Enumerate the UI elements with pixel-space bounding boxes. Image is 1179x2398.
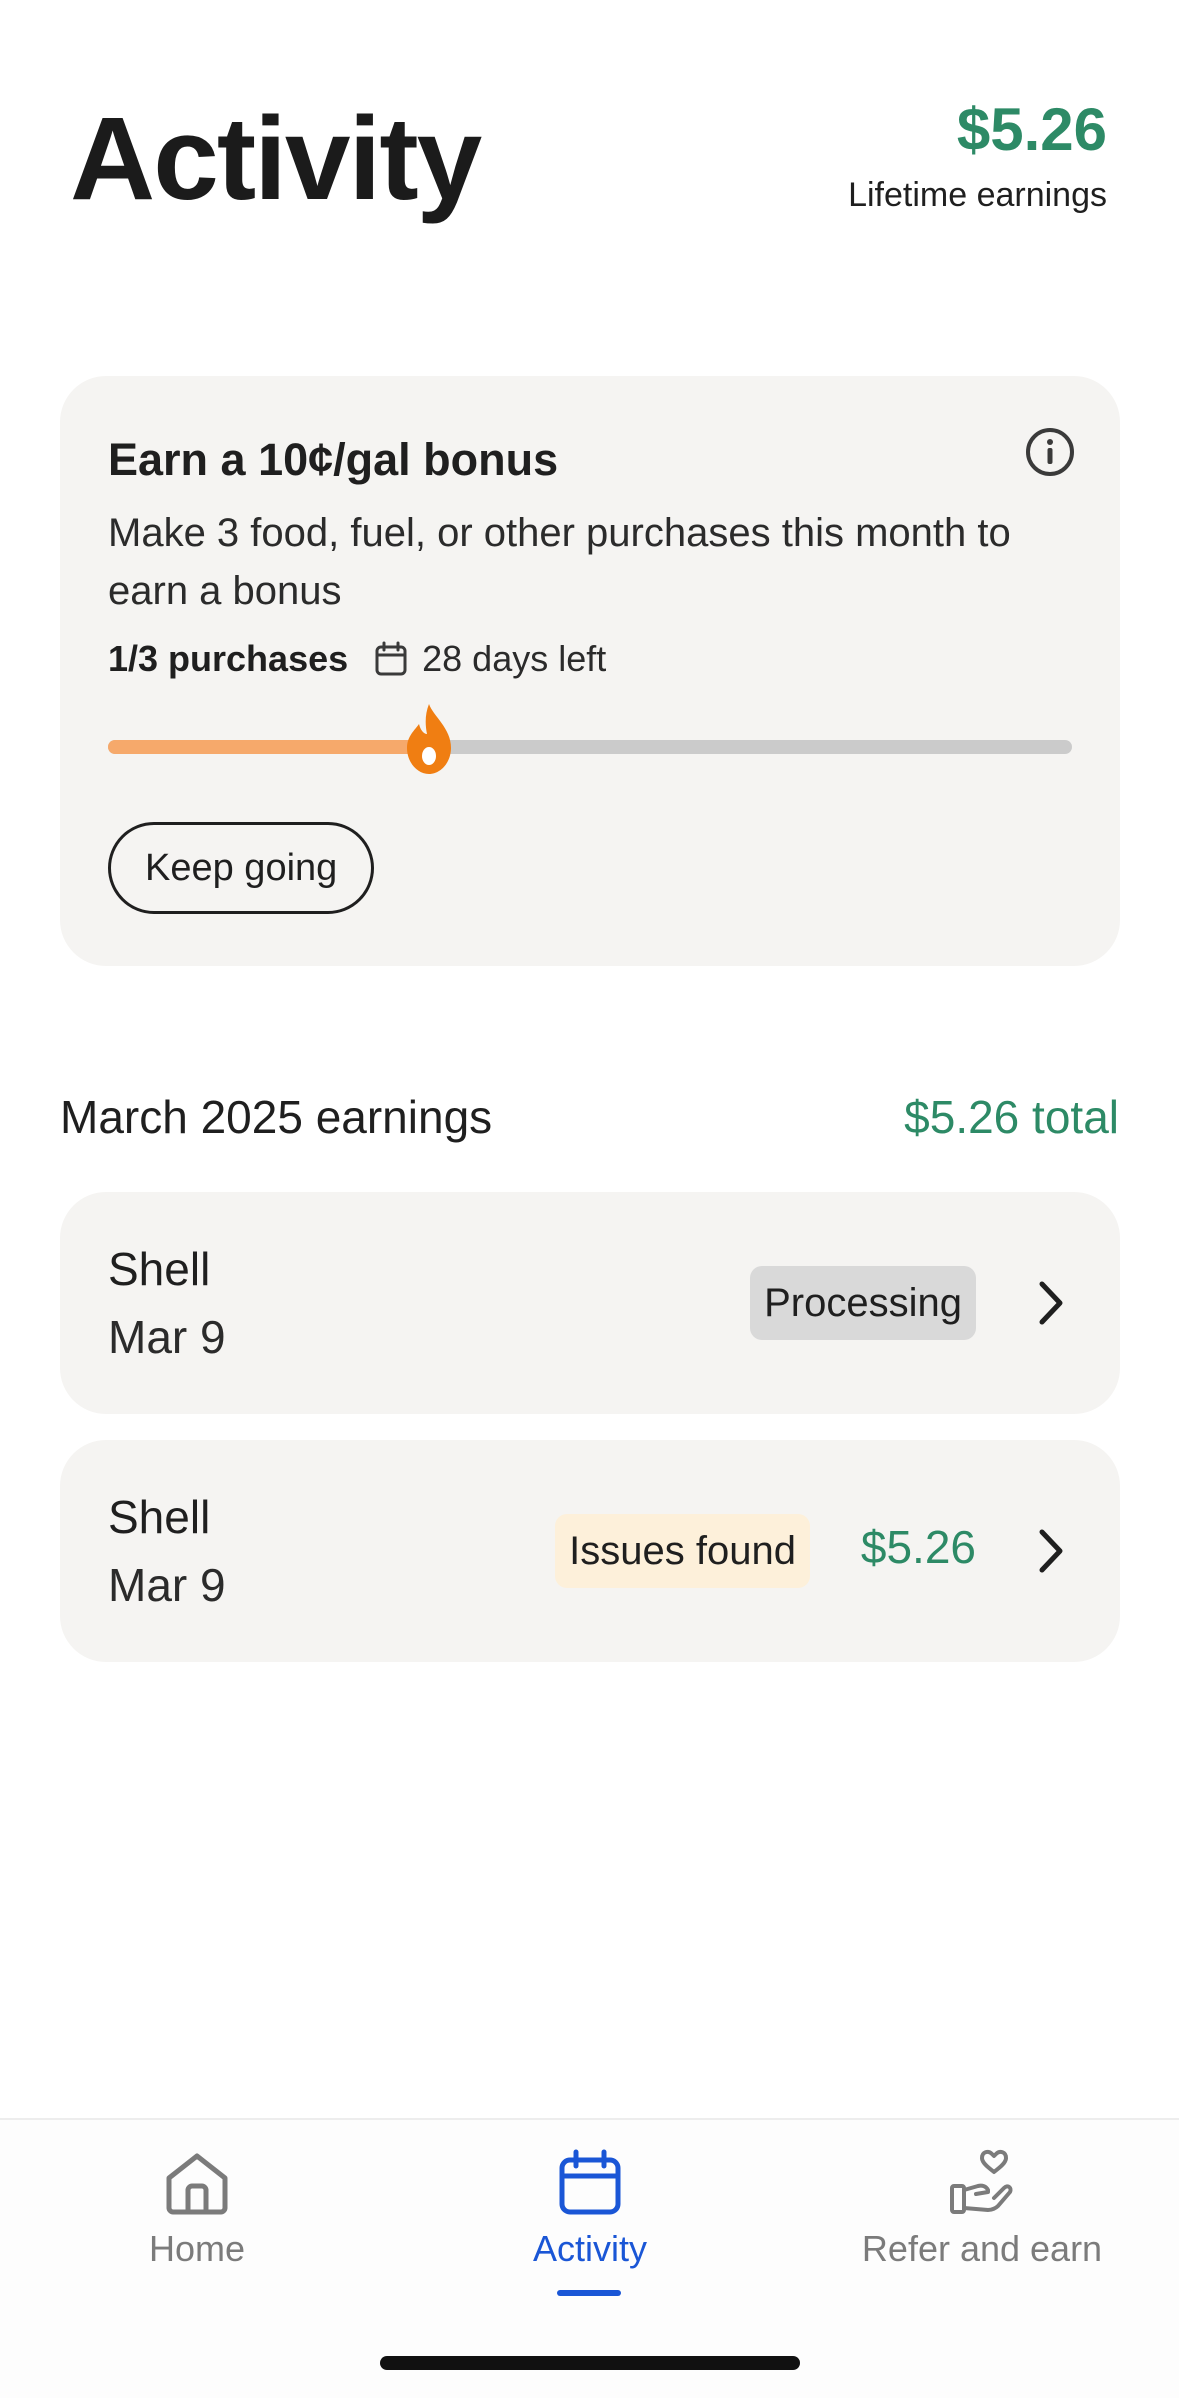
earnings-section-total: $5.26 total	[904, 1091, 1119, 1143]
lifetime-earnings-amount: $5.26	[956, 96, 1107, 163]
chevron-right-icon	[1039, 1529, 1063, 1573]
flame-icon	[407, 704, 451, 774]
bonus-progress-bar	[108, 704, 1072, 774]
transaction-row[interactable]: Shell Mar 9 Processing	[60, 1192, 1120, 1414]
earnings-section-title: March 2025 earnings	[60, 1091, 493, 1143]
lifetime-earnings: $5.26 Lifetime earnings	[848, 100, 1107, 215]
status-badge: Issues found	[555, 1514, 810, 1588]
active-tab-indicator	[557, 2290, 621, 2296]
nav-item-activity[interactable]: Activity	[420, 2148, 760, 2270]
home-icon	[166, 2153, 228, 2215]
nav-item-home[interactable]: Home	[27, 2148, 367, 2270]
transaction-row[interactable]: Shell Mar 9 Issues found $5.26	[60, 1440, 1120, 1662]
bonus-progress-fill	[108, 740, 429, 754]
keep-going-button[interactable]: Keep going	[108, 822, 375, 914]
bonus-title: Earn a 10¢/gal bonus	[108, 434, 559, 485]
calendar-icon	[559, 2149, 621, 2215]
nav-item-refer-and-earn[interactable]: Refer and earn	[812, 2148, 1152, 2270]
status-badge: Processing	[750, 1266, 976, 1340]
info-icon[interactable]	[1024, 426, 1076, 478]
calendar-small-icon	[375, 641, 407, 676]
bonus-description: Make 3 food, fuel, or other purchases th…	[108, 511, 1011, 613]
chevron-right-icon	[1039, 1281, 1063, 1325]
transaction-merchant: Shell	[108, 1491, 211, 1543]
home-indicator[interactable]	[380, 2356, 800, 2370]
nav-label-home: Home	[148, 2228, 246, 2269]
transaction-date: Mar 9	[108, 1311, 226, 1363]
bonus-days-left: 28 days left	[422, 638, 607, 679]
bonus-purchase-count: 1/3 purchases	[108, 638, 349, 679]
transaction-date: Mar 9	[108, 1559, 226, 1611]
lifetime-earnings-label: Lifetime earnings	[848, 176, 1107, 214]
bonus-meta: 1/3 purchases 28 days left	[108, 638, 606, 680]
bonus-card: Earn a 10¢/gal bonus Make 3 food, fuel, …	[60, 376, 1120, 966]
refer-icon	[950, 2149, 1013, 2214]
transaction-amount: $5.26	[860, 1521, 976, 1573]
nav-label-refer-and-earn: Refer and earn	[861, 2228, 1103, 2269]
nav-label-activity: Activity	[532, 2228, 647, 2269]
transaction-merchant: Shell	[108, 1243, 211, 1295]
page-title: Activity	[70, 93, 482, 225]
